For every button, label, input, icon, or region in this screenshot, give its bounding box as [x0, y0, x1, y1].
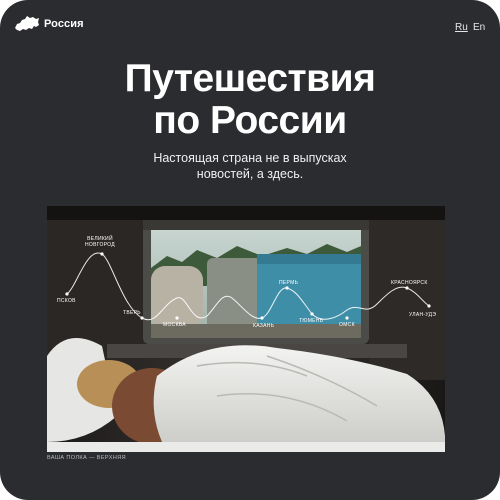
- city-label-krasnoyarsk: Красноярск: [391, 280, 428, 286]
- subtitle-line-2: новостей, а здесь.: [196, 167, 304, 181]
- city-dot-pskov: [65, 292, 69, 296]
- city-label-kazan: Казань: [253, 323, 275, 329]
- app-frame: Россия Ru En Путешествия по России Насто…: [0, 0, 500, 500]
- city-label-tyumen: Тюмень: [299, 318, 324, 324]
- photo-caption: ВАША ПОЛКА — ВЕРХНЯЯ: [47, 455, 126, 461]
- subtitle-line-1: Настоящая страна не в выпусках: [153, 151, 347, 165]
- city-label-line: Новгород: [85, 242, 115, 248]
- city-dot-velikiy-novgorod: [100, 252, 104, 256]
- russia-map-logo-icon[interactable]: [14, 14, 40, 34]
- city-label-perm: Пермь: [279, 280, 299, 286]
- city-dot-tyumen: [310, 312, 314, 316]
- city-dot-perm: [285, 286, 289, 290]
- page-title: Путешествия по России: [0, 58, 500, 142]
- city-label-pskov: Псков: [57, 298, 76, 304]
- city-dot-moskva: [175, 316, 179, 320]
- language-en-link[interactable]: En: [473, 22, 485, 33]
- page-subtitle: Настоящая страна не в выпусках новостей,…: [0, 150, 500, 182]
- city-dot-krasnoyarsk: [405, 286, 409, 290]
- hero-photo: Великий Новгород Псков Тверь Москва Перм…: [47, 206, 445, 452]
- city-label-omsk: Омск: [339, 322, 355, 328]
- city-dot-ulan-ude: [427, 304, 431, 308]
- city-label-ulan-ude: Улан-Удэ: [409, 312, 437, 318]
- city-dot-tver: [140, 316, 144, 320]
- language-ru-link[interactable]: Ru: [455, 22, 468, 33]
- city-label-tver: Тверь: [123, 310, 141, 316]
- brand-name[interactable]: Россия: [44, 18, 84, 30]
- city-label-moskva: Москва: [163, 322, 186, 328]
- city-label-velikiy-novgorod: Великий Новгород: [85, 236, 115, 248]
- city-dot-omsk: [345, 316, 349, 320]
- header: Россия Ru En: [0, 0, 500, 50]
- title-line-2: по России: [153, 99, 347, 142]
- city-dot-kazan: [260, 316, 264, 320]
- title-line-1: Путешествия: [124, 57, 376, 100]
